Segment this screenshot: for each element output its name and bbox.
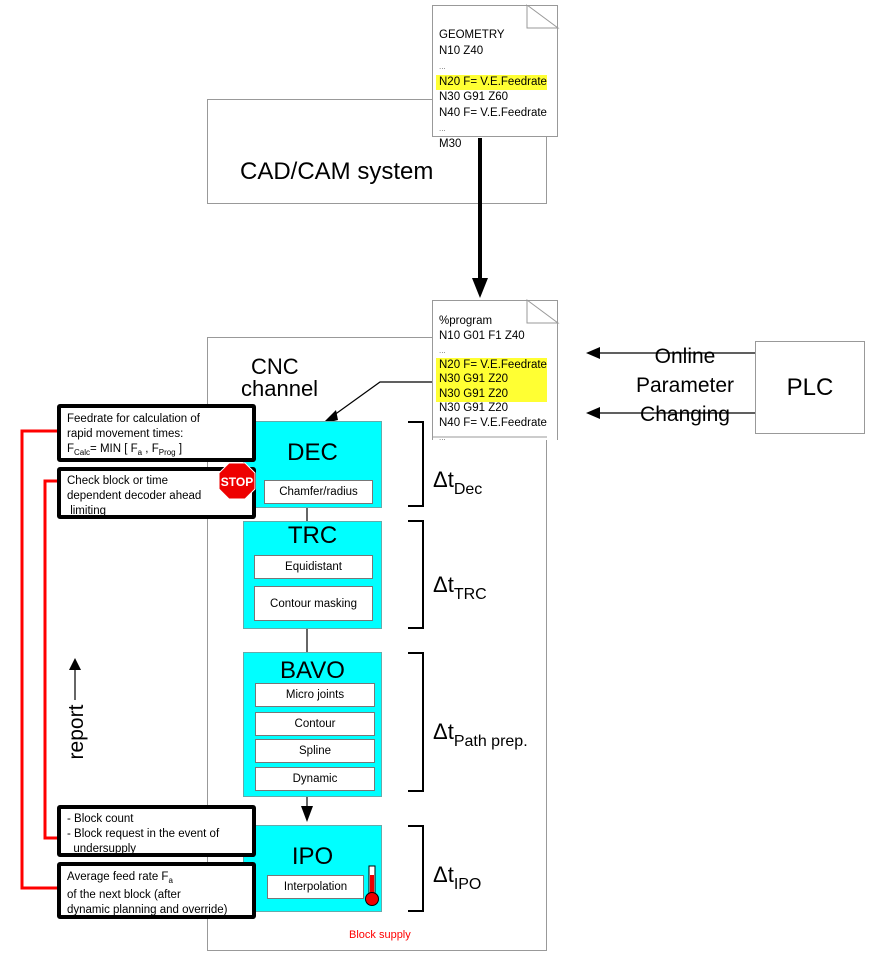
geometry-document: GEOMETRY N10 Z40... N20 F= V.E.Feedrate N30… [432, 5, 558, 150]
avg-line2: of the next block (after [67, 889, 181, 901]
code-line: ... [439, 62, 446, 71]
feedrate-line1: Feedrate for calculation of [67, 413, 200, 425]
dt-dec-sub: Dec [453, 481, 483, 498]
dt-bavo-sub: Path prep. [453, 733, 528, 750]
dt-dec: ΔtDec [433, 467, 482, 499]
dec-sub-chamfer-radius: Chamfer/radius [264, 480, 373, 504]
code-line: ... [439, 433, 446, 442]
ipo-sub-interpolation: Interpolation [267, 875, 364, 899]
block-supply-label: Block supply [349, 929, 411, 941]
dt-path-prep: ΔtPath prep. [433, 719, 528, 751]
dt-ipo: ΔtIPO [433, 862, 481, 894]
feedback-line-inner [43, 479, 57, 840]
check-line3: limiting [67, 505, 106, 517]
dt-trc: ΔtTRC [433, 572, 487, 604]
cnc-channel-label: CNC channel [241, 354, 318, 400]
block-line2: - Block request in the event of [67, 828, 220, 840]
code-line: N30 G91 Z20 [436, 386, 547, 402]
bavo-sub-spline: Spline [255, 739, 375, 763]
code-line: N20 F= V.E.Feedrate [436, 74, 547, 90]
code-line: GEOMETRY [439, 29, 505, 41]
note-average-feed-rate: Average feed rate Fa of the next block (… [57, 862, 256, 919]
cnc-label-line2: channel [241, 376, 319, 401]
cnc-label-line1: CNC [251, 354, 299, 379]
code-line: M30 [439, 137, 462, 150]
trc-title: TRC [287, 522, 338, 549]
thermometer-icon [365, 865, 379, 906]
feedrate-formula: FCalc= MIN [ Fa , FProg ] [67, 443, 183, 457]
code-line: N20 F= V.E.Feedrate [436, 357, 547, 373]
feedrate-line2: rapid movement times: [67, 428, 184, 440]
dec-title: DEC [287, 439, 338, 466]
feedback-line-outer [20, 429, 57, 890]
trc-sub-equidistant: Equidistant [254, 555, 373, 579]
dt-ipo-main: Δt [433, 862, 454, 887]
stop-label: STOP [221, 475, 253, 489]
plc-box: PLC [755, 341, 865, 434]
code-line: N10 G01 F1 Z40 [439, 329, 525, 342]
dt-dec-main: Δt [433, 467, 454, 492]
stage-ipo: IPO Interpolation [243, 825, 382, 912]
changing-label: Changing [640, 403, 730, 426]
code-line: N40 F= V.E.Feedrate [439, 106, 547, 119]
code-line: N30 G91 Z20 [436, 372, 547, 387]
trc-sub-contour-masking: Contour masking [254, 586, 373, 621]
code-line: %program [439, 315, 493, 327]
plc-label: PLC [786, 373, 834, 401]
stage-dec: DEC Chamfer/radius [243, 421, 382, 508]
bavo-title: BAVO [280, 657, 345, 684]
report-label: report [65, 704, 88, 760]
online-label: Online [654, 345, 716, 368]
program-document: %program N10 G01 F1 Z40... N20 F= V.E.Feed… [432, 300, 558, 442]
bavo-sub-dynamic: Dynamic [255, 767, 375, 791]
block-line1: - Block count [67, 813, 134, 825]
code-line: N40 F= V.E.Feedrate [439, 416, 547, 429]
stage-bavo: BAVO Micro joints Contour Spline Dynamic [243, 652, 382, 797]
dt-bavo-main: Δt [433, 719, 454, 744]
code-line: ... [439, 346, 446, 355]
code-line: ... [439, 124, 446, 133]
avg-line1: Average feed rate Fa [67, 871, 173, 885]
stage-trc: TRC Equidistant Contour masking [243, 521, 382, 629]
block-line3: undersupply [67, 843, 137, 855]
code-line: N30 G91 Z20 [439, 402, 509, 414]
online-parameter-changing-label: Online Parameter Changing [610, 342, 760, 429]
note-feedrate-calculation: Feedrate for calculation of rapid moveme… [57, 404, 256, 462]
ipo-title: IPO [291, 843, 334, 870]
avg-line3: dynamic planning and override) [67, 904, 228, 916]
dt-trc-sub: TRC [453, 586, 487, 603]
stop-sign-icon: STOP [218, 462, 256, 500]
code-line: N30 G91 Z60 [439, 91, 509, 103]
bavo-sub-contour: Contour [255, 712, 375, 736]
note-block-count: - Block count - Block request in the eve… [57, 805, 256, 857]
code-line: N10 Z40 [439, 44, 484, 57]
bavo-sub-micro-joints: Micro joints [255, 683, 375, 707]
cadcam-label: CAD/CAM system [240, 158, 434, 185]
dt-ipo-sub: IPO [453, 876, 482, 893]
parameter-label: Parameter [635, 374, 735, 397]
dt-trc-main: Δt [433, 572, 454, 597]
